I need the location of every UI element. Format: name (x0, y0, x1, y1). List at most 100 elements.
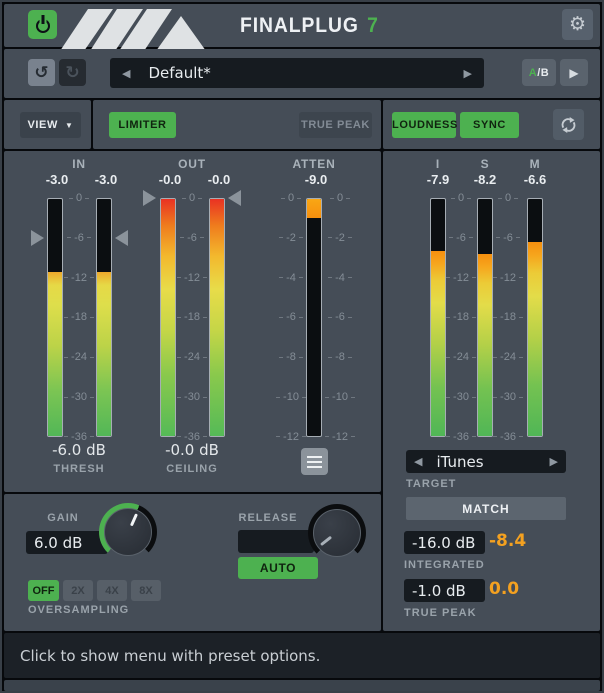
redo-button[interactable]: ↻ (59, 59, 86, 86)
threshold-marker-left[interactable] (31, 230, 44, 246)
chevron-down-icon: ▼ (65, 121, 74, 130)
scale-label: -2 (279, 232, 303, 244)
oversampling-2x-button[interactable]: 2X (63, 580, 93, 601)
scale-label: -12 (446, 272, 476, 284)
out-right-peak-value: -0.0 (199, 172, 239, 187)
plugin-title: FINALPLUG 7 (240, 4, 379, 47)
integrated-live-value: -8.4 (489, 531, 551, 551)
preset-selector[interactable]: ◀ Default* ▶ (110, 58, 484, 88)
in-right-meter (96, 198, 112, 437)
target-value: iTunes (436, 453, 483, 471)
ab-compare-button[interactable]: A/B (522, 59, 556, 86)
ceiling-marker-left[interactable] (143, 190, 156, 206)
scale-label: -24 (64, 351, 94, 363)
sync-toggle[interactable]: SYNC (460, 112, 519, 138)
true-peak-target-field[interactable]: -1.0 dB (404, 579, 485, 602)
momentary-meter-value: -6.6 (515, 172, 555, 187)
release-knob-pointer (320, 536, 332, 546)
scale-label: -24 (177, 351, 207, 363)
scale-label: -18 (177, 311, 207, 323)
undo-button[interactable]: ↺ (28, 59, 55, 86)
play-button[interactable]: ▶ (560, 59, 588, 86)
momentary-meter-fill (528, 242, 542, 436)
ceiling-marker-right[interactable] (228, 190, 241, 206)
out-right-meter (209, 198, 225, 437)
view-label: VIEW (27, 119, 58, 131)
scale-label: -6 (180, 232, 204, 244)
scale-label: -24 (446, 351, 476, 363)
gain-field[interactable]: 6.0 dB (26, 531, 108, 554)
limiter-section: LIMITER TRUE PEAK (93, 100, 381, 149)
ceiling-readout[interactable]: -0.0 dB (152, 441, 232, 459)
scale-label: -18 (64, 311, 94, 323)
power-button[interactable] (28, 10, 57, 39)
target-selector[interactable]: ◀ iTunes ▶ (406, 450, 566, 473)
view-dropdown[interactable]: VIEW ▼ (20, 112, 81, 138)
scale-label: 0 (498, 192, 518, 204)
loudness-toggle[interactable]: LOUDNESS (392, 112, 456, 138)
short-term-meter-value: -8.2 (465, 172, 505, 187)
integrated-target-field[interactable]: -16.0 dB (404, 531, 485, 554)
out-right-meter-fill (210, 199, 224, 436)
plugin-window: FINALPLUG 7 ⚙ ↺ ↻ ◀ Default* ▶ A/B ▶ VIE… (0, 0, 604, 693)
atten-scale-right: 0 -2 -4 -6 -8 -10 -12 (323, 192, 357, 443)
undo-icon: ↺ (34, 63, 48, 83)
preset-prev-icon[interactable]: ◀ (122, 67, 130, 80)
in-meter-scale: 0 -6 -12 -18 -24 -30 -36 (62, 192, 96, 443)
scale-label: 0 (69, 192, 89, 204)
in-meter-label: IN (49, 157, 109, 171)
scale-label: -24 (493, 351, 523, 363)
oversampling-off-button[interactable]: OFF (28, 580, 59, 601)
bottom-strip (4, 680, 600, 691)
oversampling-8x-button[interactable]: 8X (131, 580, 161, 601)
true-peak-label: TRUE PEAK (404, 607, 477, 619)
true-peak-toggle[interactable]: TRUE PEAK (299, 112, 372, 138)
release-label: RELEASE (233, 512, 303, 524)
scale-label: -2 (328, 232, 352, 244)
scale-label: -12 (177, 272, 207, 284)
play-icon: ▶ (569, 66, 578, 80)
scale-label: -6 (67, 232, 91, 244)
scale-label: -8 (328, 351, 352, 363)
atten-meter-fill (307, 199, 321, 218)
plugin-version: 7 (367, 14, 379, 38)
limiter-toggle[interactable]: LIMITER (109, 112, 176, 138)
threshold-readout[interactable]: -6.0 dB (39, 441, 119, 459)
preset-next-icon[interactable]: ▶ (464, 67, 472, 80)
scale-label: -4 (328, 272, 352, 284)
loudness-panel: I S M -7.9 -8.2 -6.6 0 -6 -12 -18 -24 -3… (383, 151, 600, 631)
power-icon (36, 19, 50, 33)
oversampling-4x-button[interactable]: 4X (97, 580, 127, 601)
target-next-icon[interactable]: ▶ (550, 455, 558, 468)
redo-icon: ↻ (65, 63, 79, 83)
match-button[interactable]: MATCH (406, 497, 566, 520)
gain-knob[interactable] (99, 503, 157, 561)
loudness-section: LOUDNESS SYNC (383, 100, 600, 149)
atten-meter (306, 198, 322, 437)
auto-release-toggle[interactable]: AUTO (238, 557, 318, 579)
gear-icon: ⚙ (569, 15, 586, 34)
scale-label: -6 (328, 311, 352, 323)
release-field[interactable] (238, 530, 314, 553)
atten-meter-label: ATTEN (284, 157, 344, 171)
atten-peak-value: -9.0 (296, 172, 336, 187)
scale-label: -6 (279, 311, 303, 323)
ab-label-a: A (529, 67, 537, 79)
atten-scale-left: 0 -2 -4 -6 -8 -10 -12 (274, 192, 308, 443)
scale-label: -18 (446, 311, 476, 323)
out-meter-scale: 0 -6 -12 -18 -24 -30 -36 (175, 192, 209, 443)
integrated-meter-fill (431, 251, 445, 436)
scale-label: -6 (496, 232, 520, 244)
refresh-icon (559, 114, 578, 136)
refresh-button[interactable] (553, 109, 584, 140)
scale-label: -12 (276, 431, 306, 443)
out-meter-label: OUT (162, 157, 222, 171)
meter-menu-button[interactable] (301, 448, 328, 475)
scale-label: -4 (279, 272, 303, 284)
scale-label: 0 (182, 192, 202, 204)
threshold-marker-right[interactable] (115, 230, 128, 246)
release-knob[interactable] (308, 504, 366, 562)
scale-label: -12 (64, 272, 94, 284)
settings-button[interactable]: ⚙ (562, 9, 593, 40)
target-prev-icon[interactable]: ◀ (414, 455, 422, 468)
